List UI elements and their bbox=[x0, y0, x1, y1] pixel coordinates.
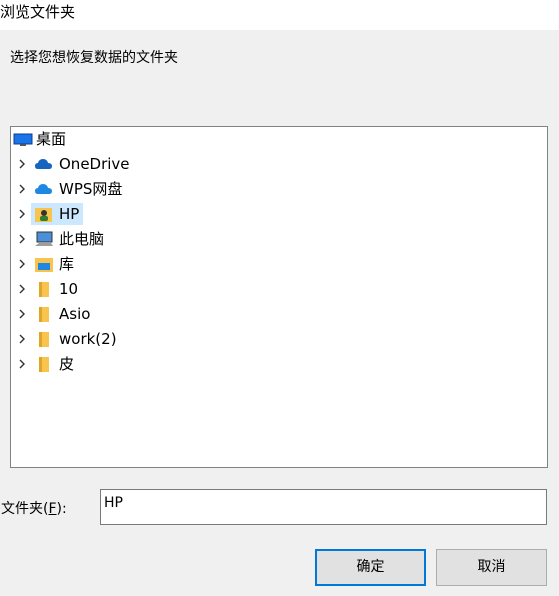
folder-icon bbox=[39, 332, 49, 347]
tree-item-asio[interactable]: Asio bbox=[11, 303, 311, 325]
chevron-right-icon[interactable] bbox=[16, 357, 28, 371]
tree-item-label: 此电脑 bbox=[59, 230, 105, 248]
tree-item-label: 皮 bbox=[59, 355, 75, 373]
title-bar: 浏览文件夹 bbox=[0, 0, 559, 30]
tree-item-onedrive[interactable]: OneDrive bbox=[11, 153, 311, 175]
tree-item-10[interactable]: 10 bbox=[11, 278, 311, 300]
user-folder-icon bbox=[35, 208, 52, 222]
folder-icon bbox=[39, 357, 49, 372]
tree-item-label: Asio bbox=[59, 305, 91, 323]
folder-field-label: 文件夹(F): bbox=[1, 500, 67, 518]
folder-label-prefix: 文件夹( bbox=[1, 501, 49, 517]
cloud-icon bbox=[35, 184, 52, 194]
tree-item-work-2[interactable]: work(2) bbox=[11, 328, 311, 350]
tree-item-label: WPS网盘 bbox=[59, 180, 123, 198]
tree-item-label: HP bbox=[59, 205, 80, 223]
chevron-right-icon[interactable] bbox=[16, 182, 28, 196]
tree-item-label: 桌面 bbox=[36, 130, 67, 148]
ok-button[interactable]: 确定 bbox=[315, 549, 426, 586]
chevron-right-icon[interactable] bbox=[16, 257, 28, 271]
tree-item-label: OneDrive bbox=[59, 155, 130, 173]
dialog-title: 浏览文件夹 bbox=[0, 3, 76, 21]
cloud-icon bbox=[35, 159, 52, 169]
folder-label-access-key: F bbox=[48, 501, 57, 517]
computer-icon bbox=[35, 231, 53, 246]
chevron-right-icon[interactable] bbox=[16, 207, 28, 221]
chevron-right-icon[interactable] bbox=[16, 157, 28, 171]
folder-icon bbox=[39, 307, 49, 322]
chevron-right-icon[interactable] bbox=[16, 232, 28, 246]
chevron-right-icon[interactable] bbox=[16, 332, 28, 346]
folder-tree[interactable]: 桌面 OneDrive WPS网盘 HP 此电脑 库 10 Asio work(… bbox=[10, 126, 548, 468]
tree-item-pi[interactable]: 皮 bbox=[11, 353, 311, 375]
tree-item-label: 库 bbox=[59, 255, 75, 273]
tree-item-wps-drive[interactable]: WPS网盘 bbox=[11, 178, 311, 200]
tree-item-this-pc[interactable]: 此电脑 bbox=[11, 228, 311, 250]
folder-label-suffix: ): bbox=[56, 501, 67, 517]
tree-item-label: work(2) bbox=[59, 330, 117, 348]
instruction-text: 选择您想恢复数据的文件夹 bbox=[10, 50, 178, 66]
tree-item-hp[interactable]: HP bbox=[11, 203, 311, 225]
tree-item-libraries[interactable]: 库 bbox=[11, 253, 311, 275]
tree-item-desktop[interactable]: 桌面 bbox=[11, 128, 311, 150]
library-icon bbox=[35, 258, 53, 272]
desktop-icon bbox=[13, 133, 33, 146]
chevron-right-icon[interactable] bbox=[16, 307, 28, 321]
cancel-button[interactable]: 取消 bbox=[436, 549, 547, 586]
folder-icon bbox=[39, 282, 49, 297]
tree-item-label: 10 bbox=[59, 280, 79, 298]
chevron-right-icon[interactable] bbox=[16, 282, 28, 296]
folder-name-input[interactable]: HP bbox=[100, 489, 547, 525]
